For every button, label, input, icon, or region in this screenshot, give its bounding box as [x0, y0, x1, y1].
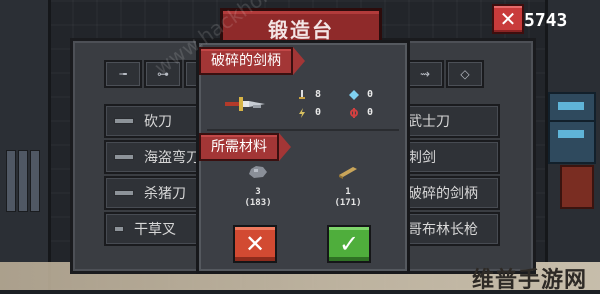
list-item[interactable]: 哥布林长枪	[400, 212, 500, 246]
damage-stat: 8	[297, 89, 321, 100]
weapon-name: 破碎的剑柄	[408, 186, 478, 202]
weapon-name: 砍刀	[144, 114, 172, 130]
item-name: 破碎的剑柄	[199, 47, 305, 75]
tab-special[interactable]: ⇝	[406, 60, 444, 88]
list-item[interactable]: 破碎的剑柄	[400, 176, 500, 210]
list-item[interactable]: 武士刀	[400, 104, 500, 138]
broken-hilt-icon	[225, 97, 265, 111]
blade-icon	[114, 154, 134, 160]
weapon-name: 海盗弯刀	[144, 150, 200, 166]
energy-value: 0	[315, 107, 322, 118]
bolt-stat-icon	[299, 107, 305, 118]
fork-icon	[114, 226, 124, 232]
accuracy-stat: 0	[349, 107, 373, 118]
wood-plank-icon	[339, 167, 357, 179]
list-item[interactable]: 刺剑	[400, 140, 500, 174]
crosshair-stat-icon	[350, 107, 358, 118]
gem-counter: 5743	[524, 10, 568, 31]
crate-icon	[560, 165, 594, 209]
machine-icon	[548, 120, 596, 164]
weapon-name: 干草叉	[134, 222, 176, 238]
confirm-button[interactable]: ✓	[327, 225, 371, 263]
recipe-popup: 破碎的剑柄 8 0 0 0 所需材料 3 (183) 1 (171) ✕ ✓	[196, 40, 410, 274]
watermark-logo: 维普手游网	[472, 268, 588, 293]
material-wood-plank: 1 (171)	[323, 165, 373, 209]
material-iron-ore: 3 (183)	[233, 165, 283, 209]
divider	[207, 129, 399, 131]
required-qty: 3	[255, 187, 261, 197]
cancel-button[interactable]: ✕	[233, 225, 277, 263]
weapon-name: 刺剑	[408, 150, 436, 166]
blade-icon	[114, 118, 134, 124]
sword-stat-icon	[299, 89, 305, 99]
crit-stat: 0	[349, 89, 373, 100]
crit-value: 0	[367, 89, 374, 100]
owned-qty: (171)	[334, 198, 362, 208]
tab-ranged[interactable]: ◇	[446, 60, 484, 88]
owned-qty: (183)	[244, 198, 272, 208]
right-wall	[545, 0, 600, 290]
iron-ore-icon	[249, 166, 267, 178]
diamond-stat-icon	[349, 89, 359, 100]
blade-icon	[114, 190, 134, 196]
rack-icon	[6, 150, 16, 212]
materials-title: 所需材料	[199, 133, 291, 161]
tab-melee[interactable]: ╼	[104, 60, 142, 88]
rack-icon	[18, 150, 28, 212]
weapon-name: 哥布林长枪	[408, 222, 478, 238]
accuracy-value: 0	[367, 107, 374, 118]
damage-value: 8	[315, 89, 322, 100]
weapon-name: 杀猪刀	[144, 186, 186, 202]
rack-icon	[30, 150, 40, 212]
energy-stat: 0	[297, 107, 321, 118]
close-button[interactable]: ✕	[492, 4, 524, 34]
left-wall	[0, 0, 51, 290]
required-qty: 1	[345, 187, 351, 197]
weapon-name: 武士刀	[408, 114, 450, 130]
